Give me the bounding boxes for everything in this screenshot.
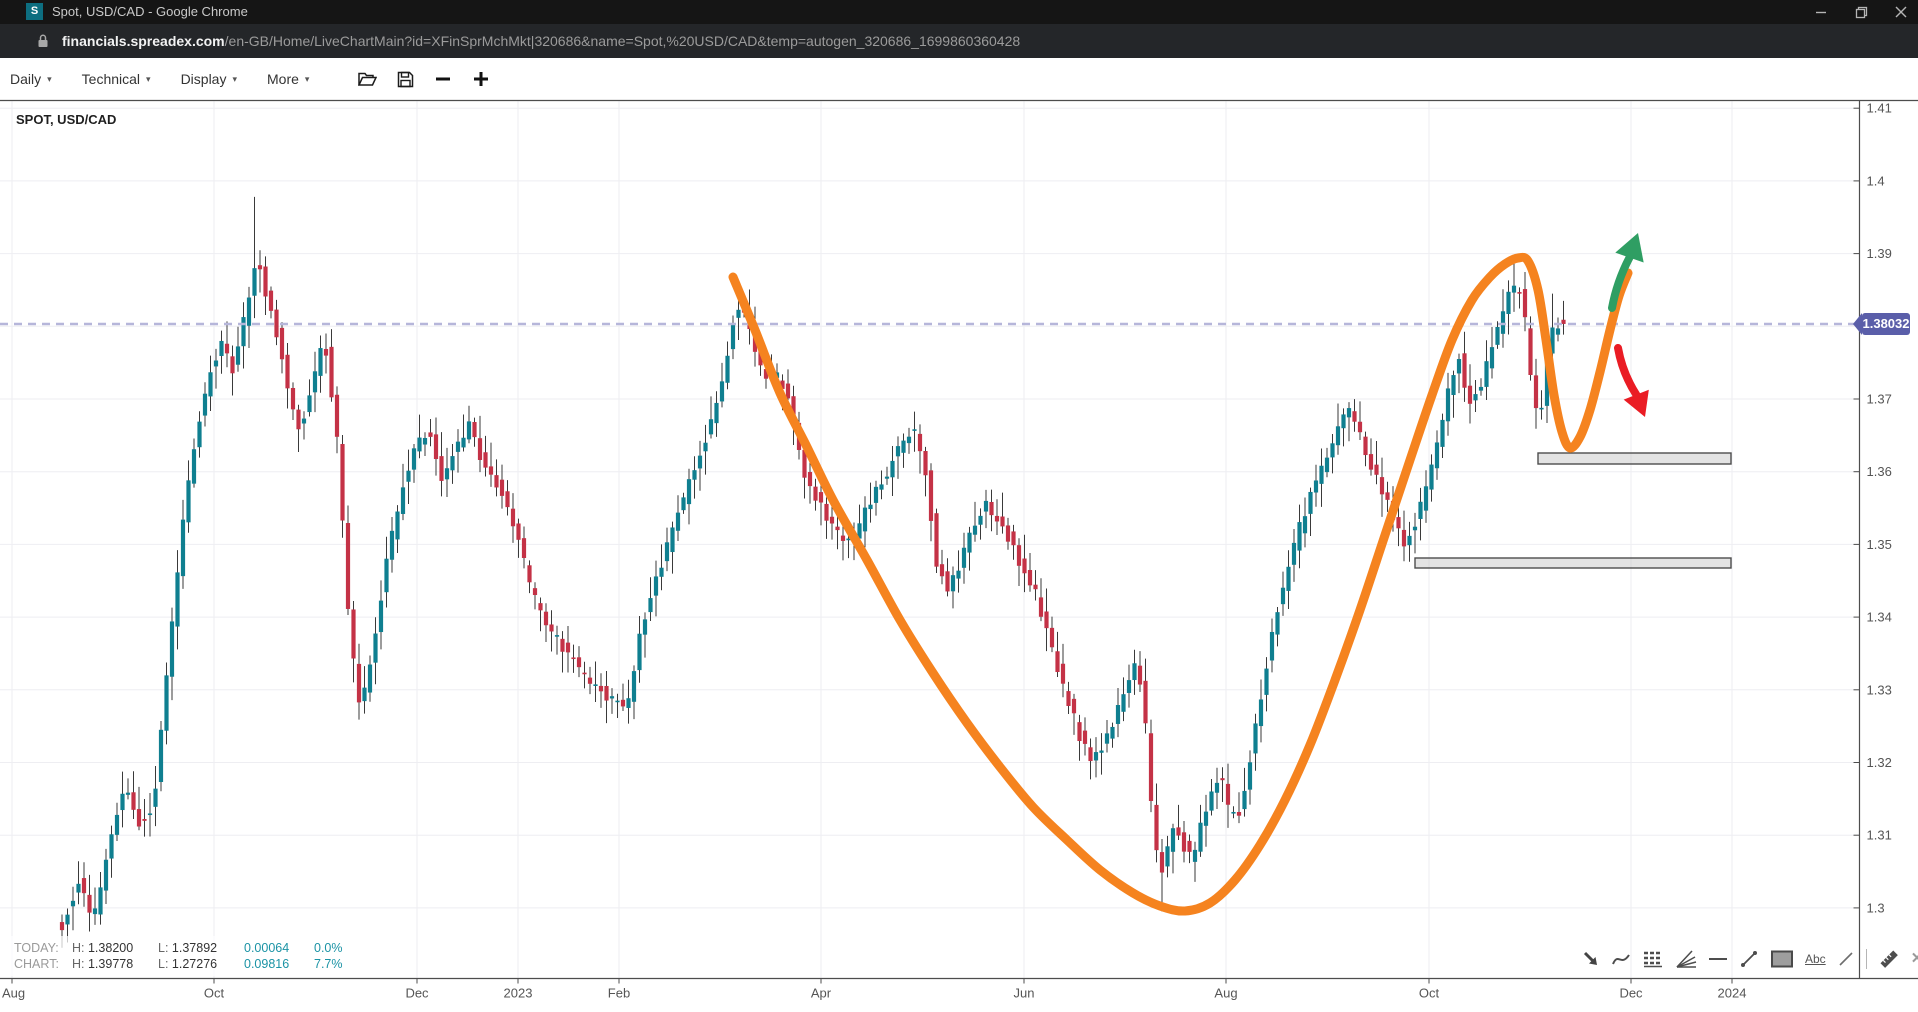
y-axis-label: 1.41 <box>1867 101 1892 116</box>
y-axis-label: 1.4 <box>1867 173 1885 188</box>
gridlines <box>0 101 1860 979</box>
drawing-toolbar: Abc ✕ <box>1582 948 1918 970</box>
horizontal-line-tool-icon[interactable] <box>1708 948 1728 970</box>
chart-high: H: 1.39778 <box>72 956 158 972</box>
chart-symbol-label: SPOT, USD/CAD <box>16 112 116 127</box>
curve-tool-icon[interactable] <box>1611 948 1631 970</box>
support-zone-2[interactable] <box>1415 558 1731 568</box>
y-axis-label: 1.39 <box>1867 246 1892 261</box>
y-axis-label: 1.37 <box>1867 392 1892 407</box>
y-axis-label: 1.33 <box>1867 682 1892 697</box>
toolbar-separator <box>1866 949 1867 969</box>
x-axis-label: Aug <box>1214 986 1237 1001</box>
support-zone-1[interactable] <box>1538 453 1731 464</box>
y-axis-label: 1.34 <box>1867 610 1892 625</box>
y-axis-label: 1.31 <box>1867 828 1892 843</box>
y-axis-label: 1.36 <box>1867 464 1892 479</box>
price-chart-canvas[interactable]: 1.41 1.4 1.39 1.37 1.36 1.35 1.34 1.33 1.32 1.31 1… <box>0 0 1918 1012</box>
x-axis-label: 2023 <box>504 986 533 1001</box>
x-axis-label: Jun <box>1014 986 1035 1001</box>
today-change: 0.00064 <box>244 940 314 956</box>
chart-label: CHART: <box>14 956 72 972</box>
trend-line-tool-icon[interactable] <box>1739 948 1759 970</box>
today-status-row: TODAY: H: 1.38200 L: 1.37892 0.00064 0.0… <box>14 940 360 956</box>
diagonal-line-tool-icon[interactable] <box>1837 948 1855 970</box>
current-price-badge: 1.38032 <box>1862 313 1910 335</box>
pattern-grid-tool-icon[interactable] <box>1642 948 1664 970</box>
rectangle-tool-icon[interactable] <box>1770 948 1794 970</box>
x-axis-label: Oct <box>204 986 225 1001</box>
today-high: H: 1.38200 <box>72 940 158 956</box>
x-axis-label: Dec <box>1619 986 1643 1001</box>
price-status-panel: TODAY: H: 1.38200 L: 1.37892 0.00064 0.0… <box>6 936 368 976</box>
y-axis-label: 1.35 <box>1867 537 1892 552</box>
y-axis-label: 1.32 <box>1867 755 1892 770</box>
chart-change: 0.09816 <box>244 956 314 972</box>
chart-low: L: 1.27276 <box>158 956 244 972</box>
text-tool-icon[interactable]: Abc <box>1805 948 1826 970</box>
today-low: L: 1.37892 <box>158 940 244 956</box>
x-axis-label: Dec <box>405 986 429 1001</box>
x-axis-label: Aug <box>2 986 25 1001</box>
fan-lines-tool-icon[interactable] <box>1675 948 1697 970</box>
chart-change-pct: 7.7% <box>314 956 360 972</box>
bearish-arrow[interactable] <box>1618 348 1636 395</box>
x-axis-label: Apr <box>811 986 832 1001</box>
today-change-pct: 0.0% <box>314 940 360 956</box>
today-label: TODAY: <box>14 940 72 956</box>
x-axis-label: Oct <box>1419 986 1440 1001</box>
x-axis-label: Feb <box>608 986 630 1001</box>
pointer-tool-icon[interactable] <box>1582 948 1600 970</box>
close-drawing-toolbar-icon[interactable]: ✕ <box>1911 948 1918 970</box>
x-axis-label: 2024 <box>1718 986 1747 1001</box>
ruler-tool-icon[interactable] <box>1878 948 1900 970</box>
chart-status-row: CHART: H: 1.39778 L: 1.27276 0.09816 7.7… <box>14 956 360 972</box>
y-axis-label: 1.3 <box>1867 900 1885 915</box>
